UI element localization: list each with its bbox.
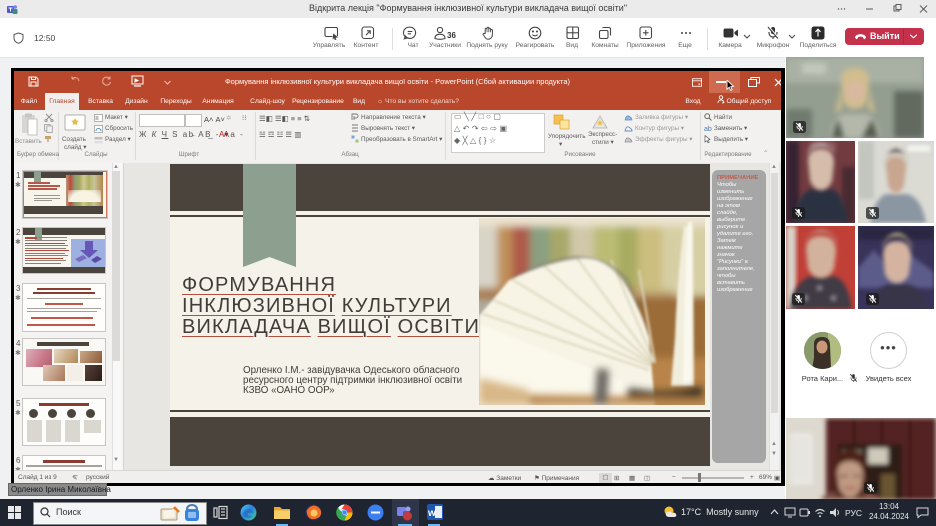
svg-text:ab: ab xyxy=(704,126,712,132)
svg-text:w: w xyxy=(427,508,436,519)
